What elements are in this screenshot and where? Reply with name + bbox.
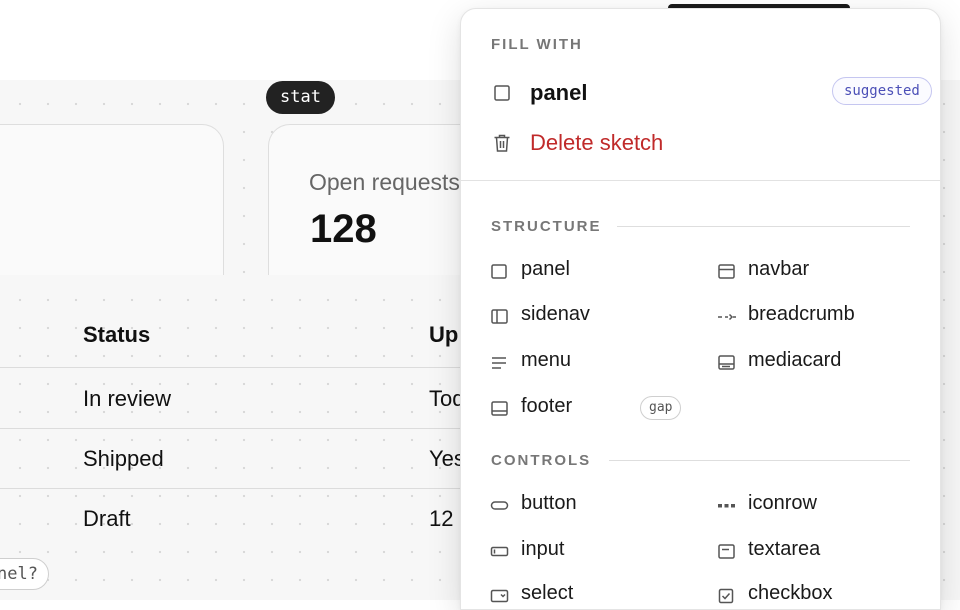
input-icon bbox=[490, 543, 510, 561]
table-cell-status: Shipped bbox=[83, 446, 164, 471]
table-cell-status: In review bbox=[83, 386, 172, 411]
structure-item-sidenav[interactable]: sidenav bbox=[490, 303, 700, 331]
breadcrumb-icon bbox=[717, 308, 737, 326]
structure-item-label: navbar bbox=[748, 258, 810, 280]
corner-suggestion-chip[interactable]: nel? bbox=[0, 558, 49, 590]
structure-item-label: panel bbox=[521, 258, 570, 280]
navbar-icon bbox=[717, 263, 737, 281]
structure-item-mediacard[interactable]: mediacard bbox=[717, 349, 927, 377]
delete-sketch-option[interactable]: Delete sketch bbox=[491, 128, 911, 158]
fill-with-dropdown: FILL WITH panel suggested Delete sketch … bbox=[460, 8, 941, 610]
fill-panel-label: panel bbox=[530, 80, 588, 105]
structure-item-label: mediacard bbox=[748, 349, 842, 371]
button-icon bbox=[490, 497, 510, 515]
row-divider bbox=[0, 428, 520, 429]
controls-item-label: input bbox=[521, 538, 565, 560]
structure-item-footer[interactable]: footer gap bbox=[490, 395, 700, 423]
row-divider bbox=[0, 367, 520, 368]
table-header-status[interactable]: Status bbox=[83, 322, 150, 348]
stat-card-left[interactable] bbox=[0, 124, 224, 275]
structure-item-label: breadcrumb bbox=[748, 303, 855, 325]
row-divider bbox=[0, 488, 520, 489]
select-icon bbox=[490, 587, 510, 605]
stat-tag[interactable]: stat bbox=[266, 81, 335, 114]
table-header-updated[interactable]: Up bbox=[429, 322, 458, 348]
controls-item-label: checkbox bbox=[748, 582, 833, 604]
controls-item-iconrow[interactable]: iconrow bbox=[717, 492, 927, 520]
controls-item-input[interactable]: input bbox=[490, 538, 700, 566]
structure-item-navbar[interactable]: navbar bbox=[717, 258, 927, 286]
section-divider bbox=[461, 180, 940, 181]
panel-icon bbox=[490, 263, 510, 281]
controls-item-textarea[interactable]: textarea bbox=[717, 538, 927, 566]
menu-icon bbox=[490, 354, 510, 372]
structure-item-menu[interactable]: menu bbox=[490, 349, 700, 377]
controls-heading: CONTROLS bbox=[491, 452, 592, 469]
textarea-icon bbox=[717, 543, 737, 561]
structure-item-panel[interactable]: panel bbox=[490, 258, 700, 286]
structure-heading: STRUCTURE bbox=[491, 218, 602, 235]
mediacard-icon bbox=[717, 354, 737, 372]
structure-item-label: footer bbox=[521, 395, 573, 417]
structure-heading-rule bbox=[617, 226, 910, 227]
controls-heading-rule bbox=[609, 460, 910, 461]
controls-item-checkbox[interactable]: checkbox bbox=[717, 582, 927, 610]
square-icon bbox=[491, 82, 513, 104]
iconrow-icon bbox=[717, 497, 737, 515]
controls-item-select[interactable]: select bbox=[490, 582, 700, 610]
fill-panel-option[interactable]: panel suggested bbox=[491, 77, 932, 108]
footer-icon bbox=[490, 400, 510, 418]
card-value: 128 bbox=[310, 207, 377, 251]
structure-item-breadcrumb[interactable]: breadcrumb bbox=[717, 303, 927, 331]
fill-with-heading: FILL WITH bbox=[491, 36, 583, 53]
structure-item-label: menu bbox=[521, 349, 572, 371]
controls-item-label: textarea bbox=[748, 538, 821, 560]
suggested-badge: suggested bbox=[832, 77, 932, 105]
sidenav-icon bbox=[490, 308, 510, 326]
checkbox-icon bbox=[717, 587, 737, 605]
table-cell-updated: 12 bbox=[429, 506, 454, 531]
controls-item-button[interactable]: button bbox=[490, 492, 700, 520]
controls-item-label: select bbox=[521, 582, 574, 604]
controls-item-label: iconrow bbox=[748, 492, 817, 514]
delete-sketch-label: Delete sketch bbox=[530, 130, 664, 155]
card-label: Open requests bbox=[309, 169, 460, 195]
table-cell-status: Draft bbox=[83, 506, 131, 531]
trash-icon bbox=[491, 132, 513, 154]
structure-item-label: sidenav bbox=[521, 303, 590, 325]
gap-badge: gap bbox=[640, 396, 682, 420]
controls-item-label: button bbox=[521, 492, 577, 514]
